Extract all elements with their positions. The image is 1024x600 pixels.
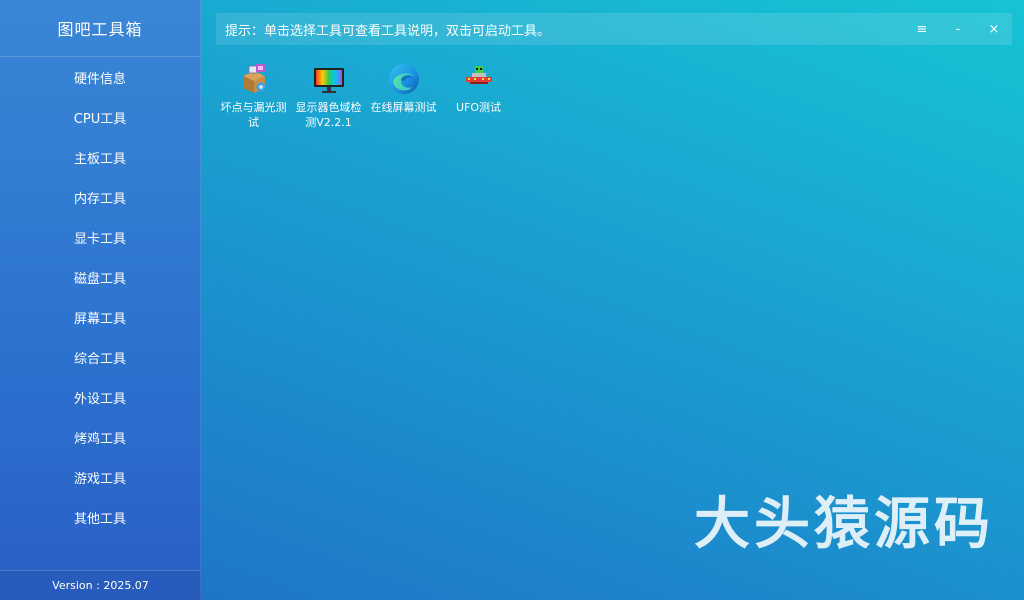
sidebar-item-memory-tools[interactable]: 内存工具	[0, 177, 200, 217]
menu-button[interactable]: ≡	[904, 13, 940, 45]
sidebar-item-screen-tools[interactable]: 屏幕工具	[0, 297, 200, 337]
sidebar-item-general-tools[interactable]: 综合工具	[0, 337, 200, 377]
sidebar-item-motherboard-tools[interactable]: 主板工具	[0, 137, 200, 177]
hint-text: 提示：单击选择工具可查看工具说明，双击可启动工具。	[225, 23, 551, 39]
tool-item-online-screen-test[interactable]: 在线屏幕测试	[366, 62, 441, 130]
sidebar-item-game-tools[interactable]: 游戏工具	[0, 457, 200, 497]
tool-label: UFO测试	[455, 101, 502, 114]
menu-icon: ≡	[916, 21, 928, 37]
tool-item-monitor-gamut[interactable]: 显示器色域检测V2.2.1	[291, 62, 366, 130]
ufo-icon	[465, 66, 492, 84]
tool-label: 坏点与漏光测试	[220, 101, 287, 129]
app-window: 图吧工具箱 硬件信息 CPU工具 主板工具 内存工具 显卡工具 磁盘工具 屏幕工…	[0, 0, 1024, 600]
sidebar-item-hardware-info[interactable]: 硬件信息	[0, 57, 200, 97]
sidebar-item-stress-tools[interactable]: 烤鸡工具	[0, 417, 200, 457]
tool-grid: 坏点与漏光测试 显示器色域检测V2.2.1 在线屏幕测试 UFO测试	[216, 62, 516, 130]
close-button[interactable]: ×	[976, 13, 1012, 45]
minimize-button[interactable]: -	[940, 13, 976, 45]
close-icon: ×	[988, 21, 1000, 37]
minimize-icon: -	[955, 21, 961, 37]
tool-item-ufo-test[interactable]: UFO测试	[441, 62, 516, 130]
tool-label: 显示器色域检测V2.2.1	[295, 101, 362, 129]
sidebar: 图吧工具箱 硬件信息 CPU工具 主板工具 内存工具 显卡工具 磁盘工具 屏幕工…	[0, 0, 201, 600]
sidebar-item-cpu-tools[interactable]: CPU工具	[0, 97, 200, 137]
tool-item-dead-pixel-test[interactable]: 坏点与漏光测试	[216, 62, 291, 130]
version-label: Version : 2025.07	[0, 570, 201, 600]
sidebar-nav: 硬件信息 CPU工具 主板工具 内存工具 显卡工具 磁盘工具 屏幕工具 综合工具…	[0, 57, 200, 537]
sidebar-item-gpu-tools[interactable]: 显卡工具	[0, 217, 200, 257]
watermark-text: 大头猿源码	[694, 492, 994, 557]
monitor-color-icon	[313, 68, 344, 93]
edge-browser-icon	[388, 64, 419, 94]
box-package-icon	[242, 64, 265, 93]
sidebar-item-peripheral-tools[interactable]: 外设工具	[0, 377, 200, 417]
sidebar-item-other-tools[interactable]: 其他工具	[0, 497, 200, 537]
tool-label: 在线屏幕测试	[370, 101, 437, 114]
sidebar-item-disk-tools[interactable]: 磁盘工具	[0, 257, 200, 297]
top-bar: 提示：单击选择工具可查看工具说明，双击可启动工具。 ≡ - ×	[216, 13, 1012, 45]
app-title: 图吧工具箱	[0, 0, 200, 57]
